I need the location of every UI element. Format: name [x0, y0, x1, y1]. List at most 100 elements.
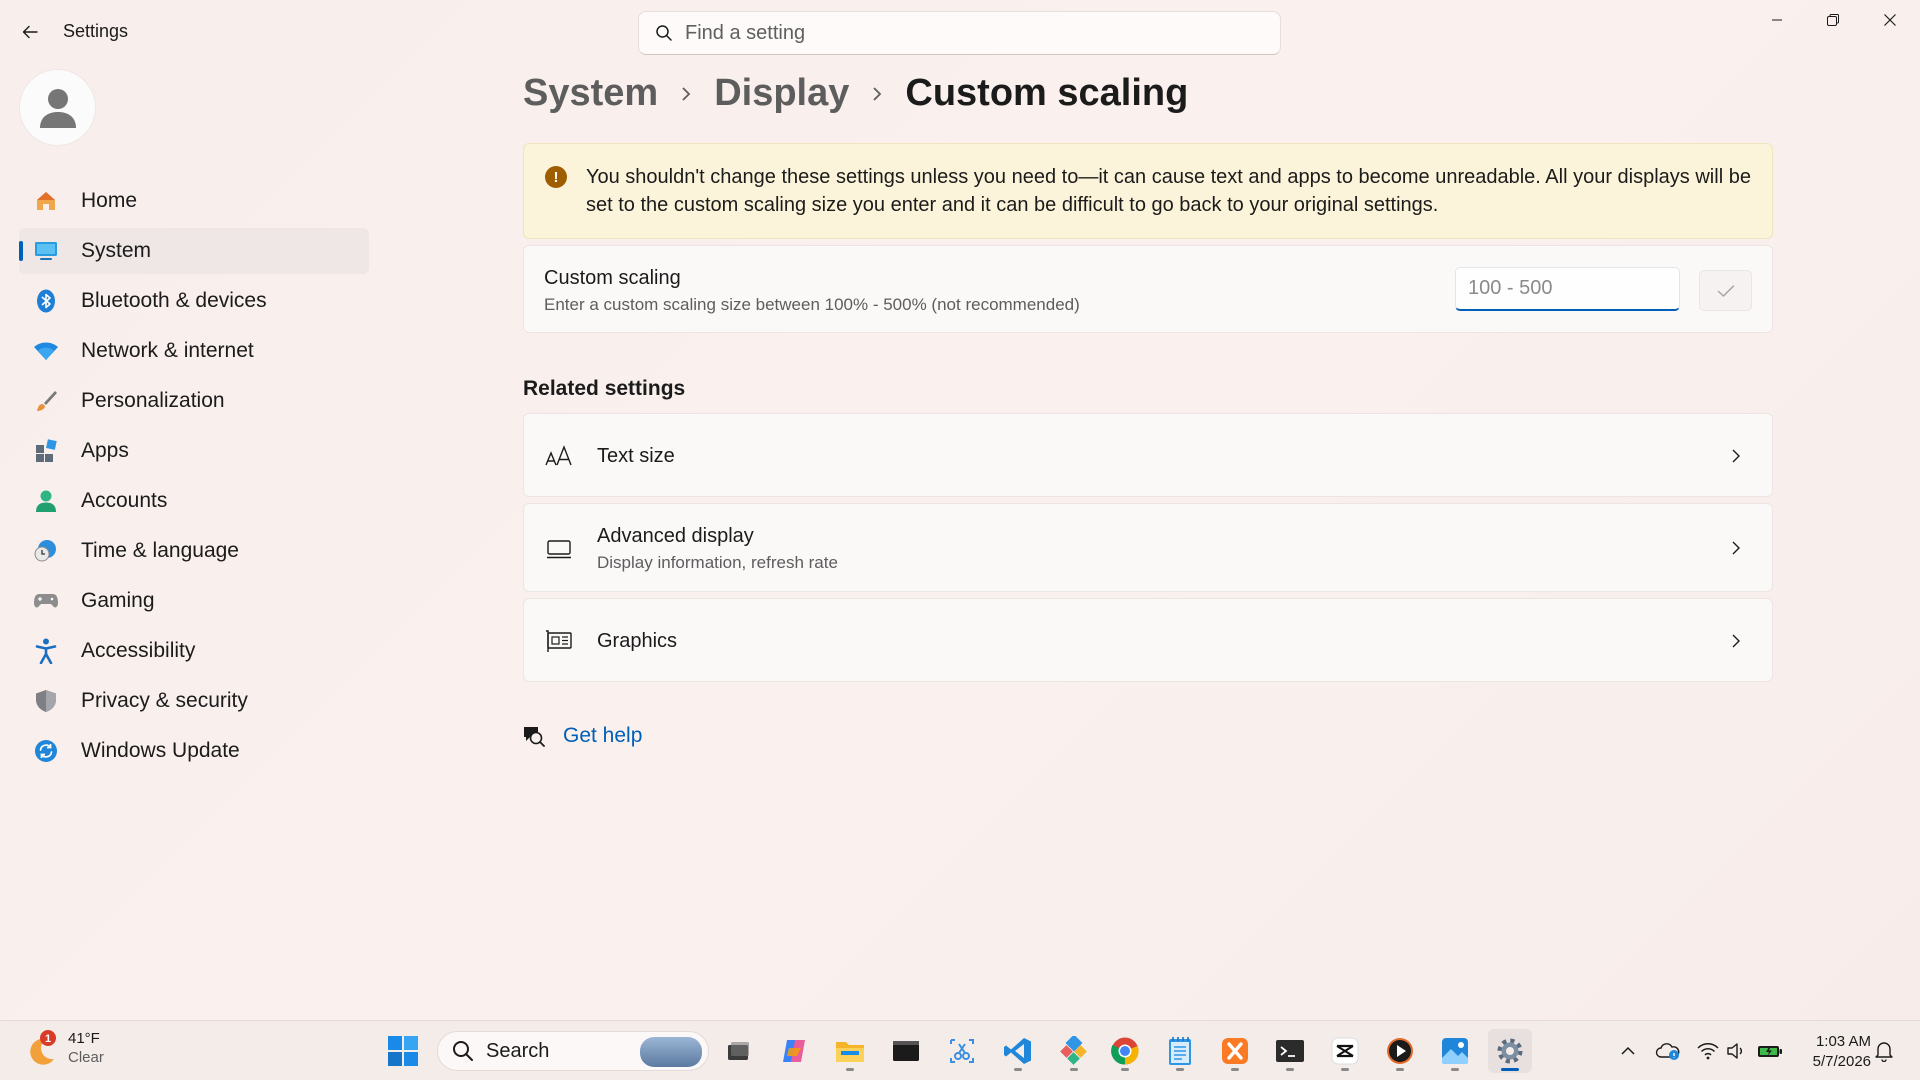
volume-tray[interactable]: [1722, 1037, 1750, 1065]
custom-scaling-input[interactable]: [1455, 267, 1680, 311]
sidebar-item-label: Network & internet: [81, 339, 254, 362]
taskbar-terminal-app[interactable]: [884, 1029, 928, 1073]
clock-globe-icon: [33, 538, 59, 564]
bell-icon: [1875, 1042, 1893, 1062]
taskbar-task-view[interactable]: [716, 1029, 760, 1073]
weather-widget[interactable]: 1 41°F Clear: [24, 1029, 104, 1067]
sidebar-item-label: Gaming: [81, 589, 155, 612]
console-icon: [893, 1041, 919, 1061]
sidebar-item-gaming[interactable]: Gaming: [19, 578, 369, 624]
onedrive-tray[interactable]: [1654, 1037, 1682, 1065]
system-icon: [33, 238, 59, 264]
weather-badge: 1: [45, 1033, 51, 1045]
taskbar-settings[interactable]: [1488, 1029, 1532, 1073]
search-input[interactable]: [685, 21, 1245, 45]
text-size-link[interactable]: Text size: [523, 413, 1773, 497]
sidebar-item-privacy-security[interactable]: Privacy & security: [19, 678, 369, 724]
clock-time: 1:03 AM: [1815, 1033, 1871, 1050]
apps-icon: [33, 438, 59, 464]
running-indicator: [1176, 1068, 1184, 1071]
sidebar-item-home[interactable]: Home: [19, 178, 369, 224]
taskbar-search-label: Search: [486, 1039, 550, 1062]
sidebar-item-bluetooth[interactable]: Bluetooth & devices: [19, 278, 369, 324]
running-indicator: [1121, 1068, 1129, 1071]
sidebar-item-windows-update[interactable]: Windows Update: [19, 728, 369, 774]
vscode-icon: [1004, 1038, 1031, 1064]
taskbar-xampp[interactable]: [1213, 1029, 1257, 1073]
taskbar-search[interactable]: Search: [437, 1031, 709, 1071]
advanced-display-link[interactable]: Advanced display Display information, re…: [523, 503, 1773, 592]
settings-search[interactable]: [638, 11, 1281, 55]
minimize-button[interactable]: [1749, 0, 1805, 40]
battery-tray[interactable]: [1756, 1037, 1784, 1065]
sidebar-item-label: System: [81, 239, 152, 262]
wifi-tray[interactable]: [1694, 1037, 1722, 1065]
running-indicator: [1231, 1068, 1239, 1071]
notifications-button[interactable]: [1870, 1037, 1898, 1065]
taskbar-media-player[interactable]: [1378, 1029, 1422, 1073]
sidebar-item-label: Time & language: [81, 539, 239, 562]
advanced-display-title: Advanced display: [597, 525, 754, 547]
get-help-link[interactable]: Get help: [521, 724, 642, 748]
accounts-icon: [33, 488, 59, 514]
sidebar-item-time-language[interactable]: Time & language: [19, 528, 369, 574]
restore-button[interactable]: [1805, 0, 1861, 40]
moon-weather-icon: 1: [30, 1030, 56, 1065]
xampp-icon: [1222, 1038, 1248, 1064]
breadcrumb: System Display Custom scaling: [523, 72, 1188, 115]
taskbar-notepad[interactable]: [1158, 1029, 1202, 1073]
active-indicator: [1501, 1068, 1519, 1071]
sidebar-item-label: Apps: [81, 439, 129, 462]
user-avatar[interactable]: [20, 70, 95, 145]
taskbar-capcut[interactable]: [1323, 1029, 1367, 1073]
taskbar-clock[interactable]: 1:03 AM 5/7/2026: [1803, 1032, 1871, 1072]
breadcrumb-display[interactable]: Display: [714, 72, 849, 115]
taskbar-file-explorer[interactable]: [828, 1029, 872, 1073]
graphics-link[interactable]: Graphics: [523, 598, 1773, 682]
snipping-tool-icon: [950, 1039, 974, 1063]
arrow-left-icon: [22, 25, 38, 39]
back-button[interactable]: [14, 16, 46, 48]
warning-text: You shouldn't change these settings unle…: [586, 166, 1751, 216]
wifi-icon: [1697, 1043, 1719, 1060]
get-help-label: Get help: [563, 724, 643, 747]
sidebar-item-accounts[interactable]: Accounts: [19, 478, 369, 524]
sidebar-nav: Home System Bluetooth & devices Network …: [19, 178, 369, 778]
running-indicator: [846, 1068, 854, 1071]
checkmark-icon: [1717, 284, 1734, 297]
running-indicator: [1341, 1068, 1349, 1071]
taskbar-chrome[interactable]: [1103, 1029, 1147, 1073]
sidebar-item-label: Home: [81, 189, 138, 212]
warning-icon: !: [545, 166, 567, 188]
search-icon: [656, 25, 672, 41]
taskbar-copilot[interactable]: [772, 1029, 816, 1073]
running-indicator: [1014, 1068, 1022, 1071]
taskbar-terminal[interactable]: [1268, 1029, 1312, 1073]
clock-date: 5/7/2026: [1812, 1053, 1871, 1070]
sidebar-item-label: Accounts: [81, 489, 168, 512]
custom-scaling-text: Custom scaling Enter a custom scaling si…: [544, 267, 1080, 315]
close-button[interactable]: [1862, 0, 1918, 40]
chevron-right-icon: [680, 86, 692, 102]
speaker-icon: [1727, 1043, 1742, 1059]
start-button[interactable]: [387, 1035, 419, 1067]
breadcrumb-system[interactable]: System: [523, 72, 658, 115]
taskbar-photos[interactable]: [1433, 1029, 1477, 1073]
taskbar-snipping-tool[interactable]: [940, 1029, 984, 1073]
apply-scaling-button[interactable]: [1699, 270, 1752, 311]
sidebar-item-system[interactable]: System: [19, 228, 369, 274]
sidebar-item-label: Personalization: [81, 389, 225, 412]
page-title: Custom scaling: [905, 72, 1189, 114]
sidebar-item-accessibility[interactable]: Accessibility: [19, 628, 369, 674]
sidebar-item-personalization[interactable]: Personalization: [19, 378, 369, 424]
chevron-right-icon: [1726, 631, 1746, 651]
text-size-title: Text size: [597, 445, 675, 467]
sidebar-item-network[interactable]: Network & internet: [19, 328, 369, 374]
running-indicator: [1396, 1068, 1404, 1071]
taskbar-vscode[interactable]: [996, 1029, 1040, 1073]
gamepad-icon: [33, 588, 59, 614]
taskbar-git-app[interactable]: [1052, 1029, 1096, 1073]
sidebar-item-apps[interactable]: Apps: [19, 428, 369, 474]
show-hidden-icons-button[interactable]: [1614, 1037, 1642, 1065]
sidebar-item-label: Privacy & security: [81, 689, 248, 712]
